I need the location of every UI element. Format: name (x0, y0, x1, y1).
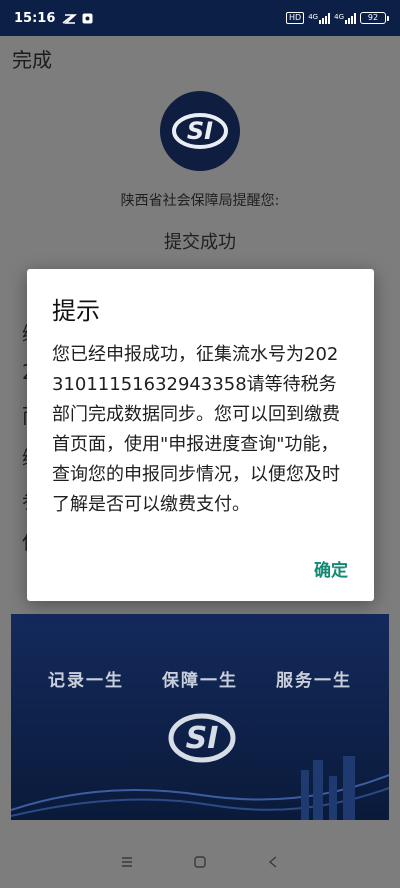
dialog-message: 您已经申报成功，征集流水号为20231011151632943358请等待税务部… (52, 344, 340, 515)
banner-wave-decoration (11, 756, 389, 820)
hd-badge: HD (286, 12, 305, 24)
done-button[interactable]: 完成 (12, 44, 52, 73)
back-button[interactable] (261, 850, 285, 874)
menu-icon (121, 857, 132, 867)
prompt-dialog: 提示 您已经申报成功，征集流水号为20231011151632943358请等待… (27, 269, 374, 601)
home-button[interactable] (188, 850, 212, 874)
status-bar: 15:16 HD 4G 4G 92 (0, 0, 400, 36)
svg-text:SI: SI (187, 117, 213, 145)
network-label-2: 4G (334, 12, 344, 21)
battery-level: 92 (367, 13, 379, 22)
menu-button[interactable] (115, 850, 139, 874)
signal-icon-1: 4G (308, 12, 331, 24)
banner-slogans: 记录一生 保障一生 服务一生 (11, 666, 389, 691)
back-icon (269, 856, 277, 868)
submit-status-title: 提交成功 (164, 232, 236, 253)
confirm-button[interactable]: 确定 (314, 556, 348, 581)
battery-icon: 92 (360, 12, 389, 24)
signal-icon-2: 4G (334, 12, 356, 24)
dialog-title: 提示 (52, 297, 100, 325)
system-nav-bar (0, 836, 400, 888)
muted-link-icon (62, 13, 78, 24)
reminder-text: 陕西省社会保障局提醒您: (120, 193, 280, 209)
slogan-1: 记录一生 (48, 671, 124, 691)
promo-banner: 记录一生 保障一生 服务一生 SI (11, 614, 389, 820)
network-label-1: 4G (308, 12, 319, 21)
slogan-2: 保障一生 (162, 671, 238, 691)
status-time: 15:16 (14, 10, 56, 26)
slogan-3: 服务一生 (276, 671, 352, 691)
si-logo: SI (160, 91, 240, 171)
si-logo-icon: SI (172, 113, 228, 149)
home-icon (194, 856, 206, 868)
notification-icon (82, 13, 93, 23)
top-bar: 完成 (0, 36, 400, 80)
